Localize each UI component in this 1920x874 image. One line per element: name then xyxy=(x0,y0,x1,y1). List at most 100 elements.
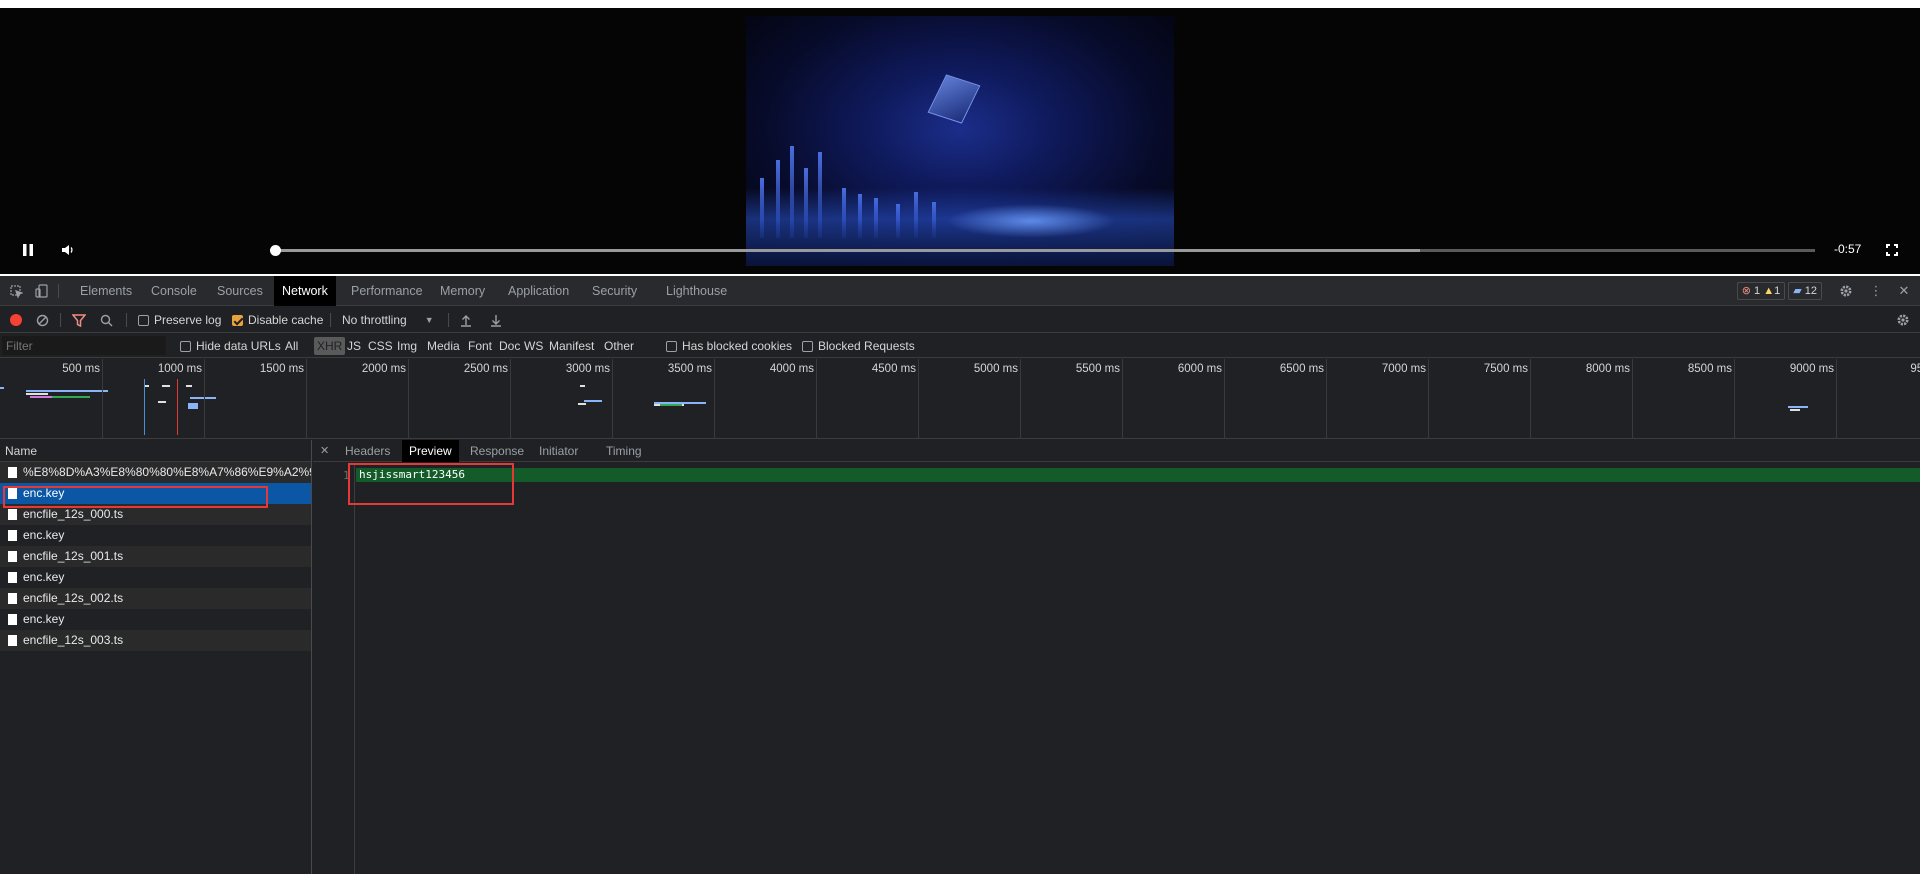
filter-type-css[interactable]: CSS xyxy=(365,337,396,355)
search-icon[interactable] xyxy=(100,310,113,330)
request-name: %E8%8D%A3%E8%80%80%E8%A7%86%E9%A2%9... xyxy=(23,465,311,479)
request-row[interactable]: enc.key xyxy=(0,567,311,588)
preserve-log-checkbox[interactable]: Preserve log xyxy=(138,310,221,330)
has-blocked-cookies-checkbox[interactable]: Has blocked cookies xyxy=(666,336,792,356)
name-column-header[interactable]: Name xyxy=(0,440,311,462)
timeline-tick-label: 9000 ms xyxy=(1789,363,1834,375)
fullscreen-icon[interactable] xyxy=(1878,232,1906,268)
request-row[interactable]: %E8%8D%A3%E8%80%80%E8%A7%86%E9%A2%9... xyxy=(0,462,311,483)
timeline-tick-label: 500 ms xyxy=(62,363,100,375)
detail-tab-initiator[interactable]: Initiator xyxy=(532,440,585,462)
throttling-select[interactable]: No throttling ▼ xyxy=(342,310,434,330)
request-name: encfile_12s_002.ts xyxy=(23,591,124,605)
tab-security[interactable]: Security xyxy=(584,276,645,306)
seek-bar[interactable] xyxy=(270,245,1815,256)
filter-type-font[interactable]: Font xyxy=(465,337,495,355)
detail-tab-headers[interactable]: Headers xyxy=(338,440,397,462)
request-row[interactable]: encfile_12s_003.ts xyxy=(0,630,311,651)
checkbox-icon[interactable] xyxy=(138,314,149,326)
file-icon xyxy=(8,635,17,646)
file-icon xyxy=(8,551,17,562)
tab-sources[interactable]: Sources xyxy=(209,276,271,306)
close-devtools-icon[interactable]: ✕ xyxy=(1894,281,1914,301)
timeline-tick-label: 3500 ms xyxy=(667,363,712,375)
settings-gear-icon[interactable] xyxy=(1836,281,1856,301)
has-blocked-cookies-label: Has blocked cookies xyxy=(682,339,793,353)
error-icon: ⊗ xyxy=(1741,285,1751,297)
timeline-gridline xyxy=(612,359,613,438)
filter-type-media[interactable]: Media xyxy=(424,337,463,355)
request-detail-pane: ✕ Headers Preview Response Initiator Timing … xyxy=(313,440,1920,874)
filter-type-doc[interactable]: Doc xyxy=(496,337,523,355)
volume-icon[interactable] xyxy=(54,232,82,268)
timeline-gridline xyxy=(1428,359,1429,438)
blocked-requests-label: Blocked Requests xyxy=(818,339,915,353)
timeline-gridline xyxy=(714,359,715,438)
timeline-gridline xyxy=(1020,359,1021,438)
dropdown-arrow-icon: ▼ xyxy=(424,315,434,325)
dom-content-loaded-marker xyxy=(144,379,145,435)
tab-memory[interactable]: Memory xyxy=(432,276,493,306)
request-row[interactable]: encfile_12s_001.ts xyxy=(0,546,311,567)
inspect-element-icon[interactable] xyxy=(6,281,26,301)
detail-tab-preview[interactable]: Preview xyxy=(402,440,459,462)
record-icon[interactable] xyxy=(10,310,22,330)
request-row[interactable]: encfile_12s_002.ts xyxy=(0,588,311,609)
close-detail-icon[interactable]: ✕ xyxy=(320,444,329,457)
export-har-icon[interactable] xyxy=(490,310,502,330)
filter-type-ws[interactable]: WS xyxy=(521,337,546,355)
timeline-gridline xyxy=(816,359,817,438)
video-player[interactable]: -0:57 xyxy=(0,8,1920,274)
more-options-icon[interactable]: ⋮ xyxy=(1866,281,1886,301)
timeline-gridline xyxy=(1530,359,1531,438)
error-badge[interactable]: ⊗ 1 ▲1 xyxy=(1736,282,1786,300)
tab-lighthouse[interactable]: Lighthouse xyxy=(658,276,735,306)
annotation-highlight-box xyxy=(348,463,514,505)
timeline-tick-label: 6500 ms xyxy=(1279,363,1324,375)
tab-application[interactable]: Application xyxy=(500,276,577,306)
import-har-icon[interactable] xyxy=(460,310,472,330)
timeline-tick-label: 8500 ms xyxy=(1687,363,1732,375)
filter-type-other[interactable]: Other xyxy=(601,337,637,355)
timeline-gridline xyxy=(408,359,409,438)
waterfall-bar xyxy=(580,385,585,387)
clear-icon[interactable] xyxy=(36,310,49,330)
request-name: encfile_12s_003.ts xyxy=(23,633,124,647)
checkbox-icon[interactable] xyxy=(666,340,677,352)
request-row[interactable]: enc.key xyxy=(0,609,311,630)
waterfall-bar xyxy=(584,400,602,402)
disable-cache-checkbox[interactable]: Disable cache xyxy=(232,310,323,330)
network-overview-timeline[interactable]: 500 ms 1000 ms 1500 ms 2000 ms 2500 ms 3000 m… xyxy=(0,359,1920,439)
issues-badges[interactable]: ⊗ 1 ▲1 ▰ 12 xyxy=(1736,282,1822,300)
timeline-tick-label: 5000 ms xyxy=(973,363,1018,375)
filter-type-manifest[interactable]: Manifest xyxy=(546,337,597,355)
detail-tab-response[interactable]: Response xyxy=(463,440,531,462)
filter-type-xhr[interactable]: XHR xyxy=(314,337,346,355)
checkbox-checked-icon[interactable] xyxy=(232,314,243,326)
file-icon xyxy=(8,593,17,604)
checkbox-icon[interactable] xyxy=(180,340,191,352)
seek-thumb[interactable] xyxy=(270,245,281,256)
blocked-requests-checkbox[interactable]: Blocked Requests xyxy=(802,336,915,356)
filter-bar: Hide data URLs All XHRJSCSSImgMediaFontDo… xyxy=(0,334,1920,358)
request-name: enc.key xyxy=(23,612,65,626)
messages-badge[interactable]: ▰ 12 xyxy=(1788,282,1822,300)
tab-network[interactable]: Network xyxy=(274,276,336,306)
filter-icon[interactable] xyxy=(72,310,86,330)
checkbox-icon[interactable] xyxy=(802,340,813,352)
device-toolbar-icon[interactable] xyxy=(32,281,52,301)
filter-type-img[interactable]: Img xyxy=(394,337,420,355)
filter-input[interactable] xyxy=(2,336,166,355)
tab-console[interactable]: Console xyxy=(143,276,205,306)
annotation-highlight-box xyxy=(3,486,268,508)
filter-type-all[interactable]: All xyxy=(282,337,301,355)
detail-tab-timing[interactable]: Timing xyxy=(599,440,649,462)
tab-performance[interactable]: Performance xyxy=(343,276,431,306)
hide-data-urls-checkbox[interactable]: Hide data URLs xyxy=(180,336,281,356)
waterfall-bar xyxy=(158,401,166,403)
network-settings-icon[interactable] xyxy=(1896,310,1910,330)
request-row[interactable]: enc.key xyxy=(0,525,311,546)
tab-elements[interactable]: Elements xyxy=(72,276,140,306)
pause-icon[interactable] xyxy=(14,232,42,268)
filter-type-js[interactable]: JS xyxy=(344,337,364,355)
